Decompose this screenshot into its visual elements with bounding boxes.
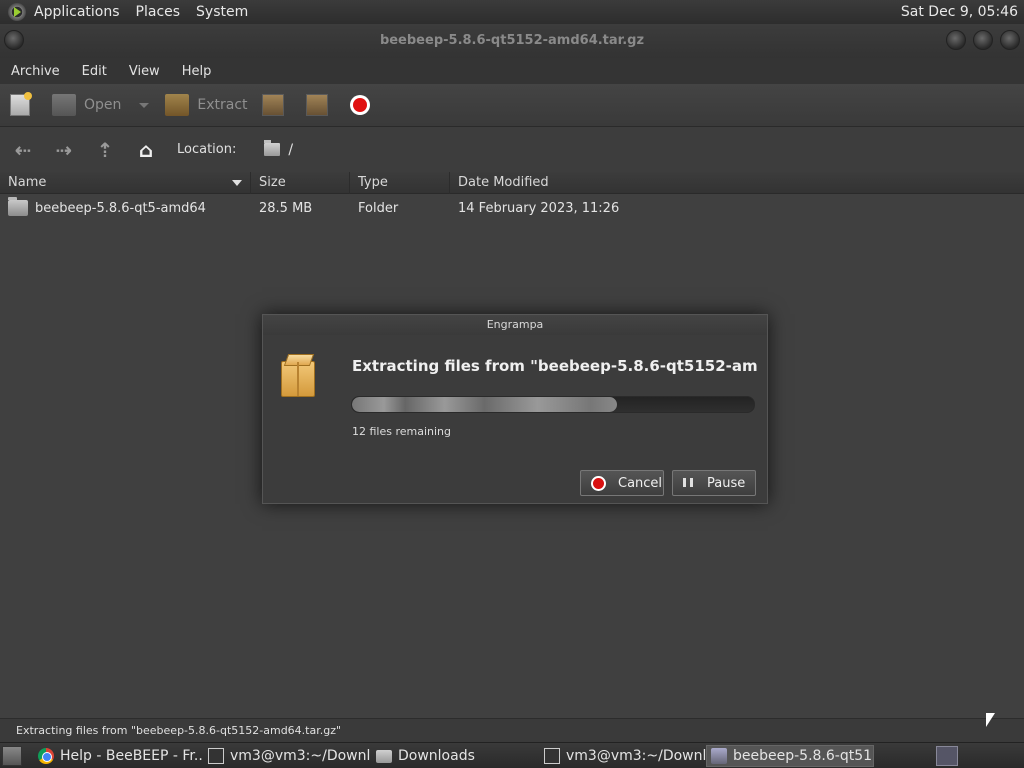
extract-progress-dialog: Engrampa Extracting files from "beebeep-…	[262, 314, 768, 504]
close-button[interactable]	[1000, 30, 1020, 50]
pause-label: Pause	[707, 475, 746, 491]
taskbar-item-label: Downloads	[398, 748, 475, 764]
open-dropdown-icon[interactable]	[139, 102, 150, 108]
window-titlebar[interactable]: beebeep-5.8.6-qt5152-amd64.tar.gz	[0, 24, 1024, 58]
extract-button[interactable]: Extract	[165, 94, 248, 116]
stop-icon	[349, 95, 370, 115]
chrome-icon	[38, 748, 54, 764]
maximize-button[interactable]	[973, 30, 993, 50]
column-header: Name Size Type Date Modified	[0, 171, 1024, 194]
cancel-label: Cancel	[618, 475, 663, 491]
table-row[interactable]: beebeep-5.8.6-qt5-amd64 28.5 MB Folder 1…	[0, 194, 1024, 222]
extract-label: Extract	[197, 97, 248, 113]
status-text: Extracting files from "beebeep-5.8.6-qt5…	[16, 724, 342, 737]
home-icon[interactable]: ⌂	[133, 137, 159, 163]
menu-help[interactable]: Help	[171, 64, 223, 79]
window-title: beebeep-5.8.6-qt5152-amd64.tar.gz	[379, 33, 645, 48]
extract-icon	[165, 94, 190, 116]
row-date: 14 February 2023, 11:26	[458, 200, 620, 216]
taskbar: Help - BeeBEEP - Fr... vm3@vm3:~/Downl..…	[0, 742, 1024, 768]
row-size: 28.5 MB	[259, 200, 313, 216]
taskbar-item-label: Help - BeeBEEP - Fr...	[60, 748, 202, 764]
add-files-icon	[261, 94, 284, 116]
sort-descending-icon	[232, 179, 242, 186]
progress-bar	[351, 396, 755, 413]
column-name-label: Name	[8, 174, 47, 190]
mate-logo-icon[interactable]	[8, 3, 26, 21]
location-bar: ⇠ ⇢ ⇡ ⌂ Location: /	[0, 126, 1024, 172]
files-remaining: 12 files remaining	[352, 425, 452, 438]
up-arrow-icon[interactable]: ⇡	[92, 137, 118, 163]
location-path[interactable]: /	[288, 142, 293, 158]
column-size[interactable]: Size	[251, 171, 350, 194]
dialog-heading: Extracting files from "beebeep-5.8.6-qt5…	[352, 357, 757, 375]
new-archive-icon	[10, 92, 32, 116]
stop-icon	[591, 475, 606, 491]
forward-arrow-icon[interactable]: ⇢	[51, 137, 77, 163]
progress-fill	[352, 397, 618, 412]
open-icon	[52, 94, 76, 116]
toolbar: Open Extract	[0, 84, 1024, 126]
applications-menu[interactable]: Applications	[34, 4, 120, 20]
folder-icon	[376, 749, 392, 763]
places-menu[interactable]: Places	[136, 4, 181, 20]
taskbar-item-label: beebeep-5.8.6-qt51...	[733, 748, 874, 764]
taskbar-item-terminal-2[interactable]: vm3@vm3:~/Downl...	[540, 745, 706, 767]
row-name: beebeep-5.8.6-qt5-amd64	[35, 200, 206, 216]
stop-button[interactable]	[349, 95, 378, 115]
clock[interactable]: Sat Dec 9, 05:46	[901, 4, 1018, 20]
menubar: Archive Edit View Help	[0, 58, 1024, 84]
row-type: Folder	[358, 200, 399, 216]
open-button[interactable]: Open	[52, 94, 121, 116]
taskbar-item-browser[interactable]: Help - BeeBEEP - Fr...	[34, 745, 202, 767]
folder-icon	[264, 140, 281, 156]
add-files-button[interactable]	[261, 94, 292, 116]
row-name-cell: beebeep-5.8.6-qt5-amd64	[0, 197, 251, 216]
back-arrow-icon[interactable]: ⇠	[10, 137, 36, 163]
taskbar-item-downloads[interactable]: Downloads	[372, 745, 538, 767]
menu-edit[interactable]: Edit	[71, 64, 118, 79]
terminal-icon	[208, 748, 224, 764]
column-type[interactable]: Type	[350, 171, 450, 194]
taskbar-item-terminal-1[interactable]: vm3@vm3:~/Downl...	[204, 745, 370, 767]
location-label: Location:	[177, 142, 237, 157]
open-label: Open	[84, 97, 122, 113]
workspace-switcher-icon[interactable]	[936, 746, 958, 766]
mouse-cursor-icon	[986, 713, 995, 727]
folder-icon	[8, 197, 28, 216]
menu-archive[interactable]: Archive	[0, 64, 71, 79]
taskbar-item-label: vm3@vm3:~/Downl...	[230, 748, 370, 764]
status-bar: Extracting files from "beebeep-5.8.6-qt5…	[0, 718, 1024, 742]
taskbar-item-label: vm3@vm3:~/Downl...	[566, 748, 706, 764]
show-desktop-icon[interactable]	[2, 746, 22, 766]
pause-icon	[683, 478, 693, 488]
column-date-modified[interactable]: Date Modified	[450, 172, 1024, 194]
package-icon	[281, 361, 315, 397]
pause-button[interactable]: Pause	[672, 470, 756, 496]
taskbar-item-archive[interactable]: beebeep-5.8.6-qt51...	[706, 745, 874, 767]
column-name[interactable]: Name	[0, 171, 251, 194]
menu-view[interactable]: View	[118, 64, 171, 79]
minimize-button[interactable]	[946, 30, 966, 50]
top-panel: Applications Places System Sat Dec 9, 05…	[0, 0, 1024, 24]
new-archive-button[interactable]	[10, 92, 38, 116]
system-menu[interactable]: System	[196, 4, 248, 20]
add-folder-button[interactable]	[305, 94, 336, 116]
terminal-icon	[544, 748, 560, 764]
archive-manager-icon	[711, 748, 727, 764]
add-folder-icon	[305, 94, 328, 116]
cancel-button[interactable]: Cancel	[580, 470, 664, 496]
dialog-title[interactable]: Engrampa	[263, 315, 767, 335]
